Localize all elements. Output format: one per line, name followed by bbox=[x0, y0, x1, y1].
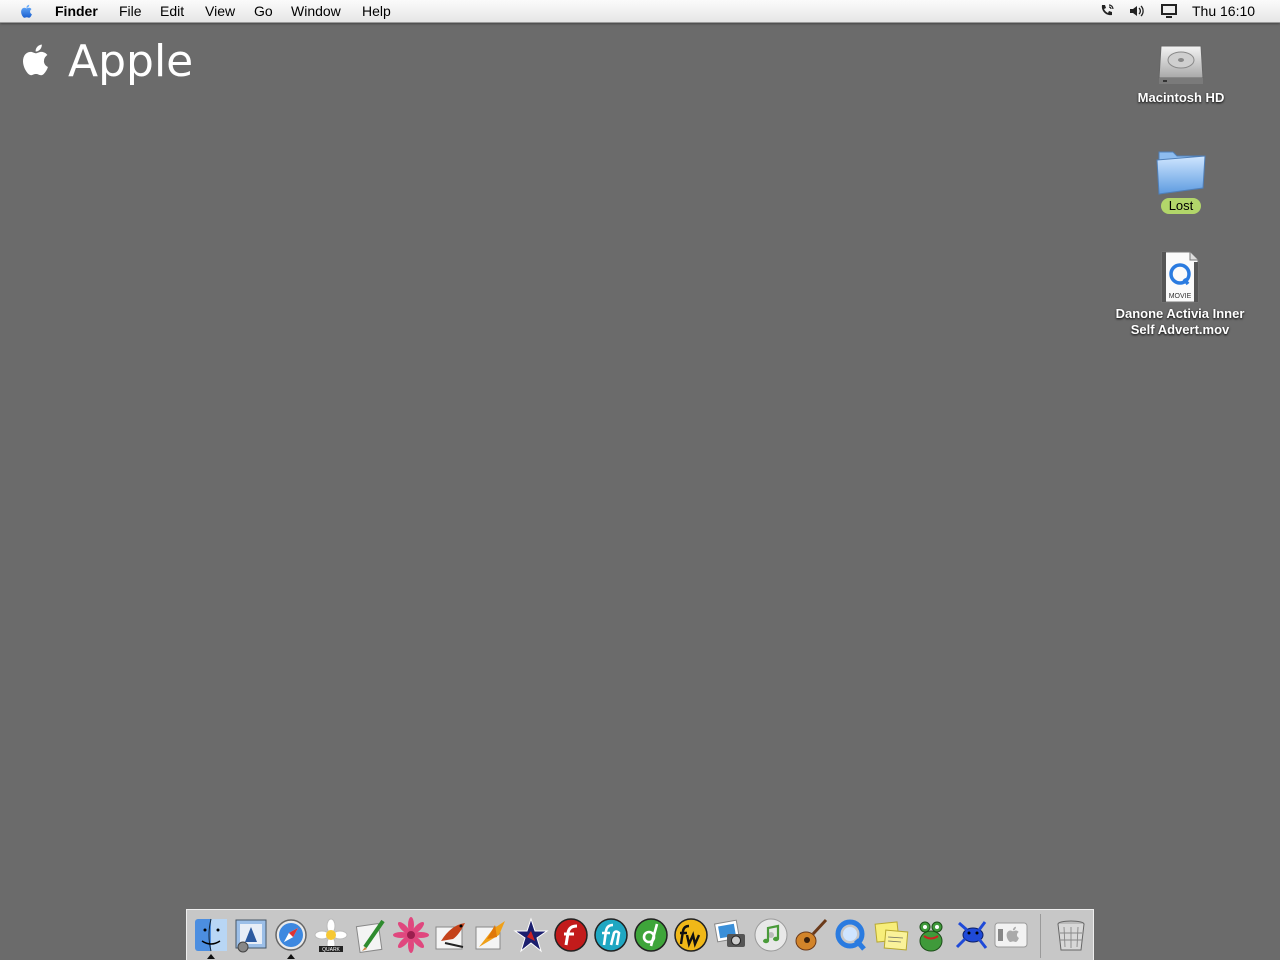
menu-go[interactable]: Go bbox=[254, 3, 273, 19]
painter-icon bbox=[355, 919, 385, 953]
dock-star[interactable] bbox=[513, 917, 549, 953]
menu-file[interactable]: File bbox=[119, 3, 142, 19]
dock-mail[interactable] bbox=[233, 917, 269, 953]
apple-wordmark: Apple bbox=[68, 36, 194, 87]
dock-garageband[interactable] bbox=[793, 917, 829, 953]
trash-icon bbox=[1057, 920, 1085, 951]
dock-finder[interactable] bbox=[193, 917, 229, 953]
stickies-icon bbox=[874, 921, 909, 951]
display-icon[interactable] bbox=[1159, 2, 1179, 23]
dock-apple-id[interactable] bbox=[993, 917, 1029, 953]
fireworks-icon bbox=[674, 918, 708, 952]
itunes-icon bbox=[754, 918, 788, 952]
dock: QUARK bbox=[186, 909, 1094, 960]
dart-frog-icon bbox=[955, 921, 988, 949]
menu-clock[interactable]: Thu 16:10 bbox=[1192, 3, 1255, 19]
menu-app-finder[interactable]: Finder bbox=[55, 3, 98, 19]
finder-icon bbox=[195, 918, 227, 952]
dock-frog[interactable] bbox=[913, 917, 949, 953]
mail-icon bbox=[235, 919, 267, 953]
star-icon bbox=[513, 917, 549, 953]
dock-origami[interactable] bbox=[473, 917, 509, 953]
menu-window[interactable]: Window bbox=[291, 3, 341, 19]
flash-icon bbox=[554, 918, 588, 952]
apple-logo-icon bbox=[23, 44, 48, 76]
dock-divider bbox=[1040, 914, 1041, 958]
apple-id-icon bbox=[994, 922, 1028, 948]
running-indicator bbox=[207, 954, 215, 959]
dreamweaver-icon bbox=[634, 918, 668, 952]
dock-fireworks[interactable] bbox=[673, 917, 709, 953]
dock-freehand[interactable] bbox=[593, 917, 629, 953]
menu-bar: Finder File Edit View Go Window Help Thu… bbox=[0, 0, 1280, 23]
dock-stickies[interactable] bbox=[873, 917, 909, 953]
dock-dart-frog[interactable] bbox=[953, 917, 989, 953]
quicktime-movie-icon: MOVIE bbox=[1161, 251, 1199, 303]
dock-quicktime[interactable] bbox=[833, 917, 869, 953]
desktop-icon-movie-file[interactable]: MOVIE Danone Activia Inner Self Advert.m… bbox=[1100, 250, 1260, 339]
desktop-icon-macintosh-hd[interactable]: Macintosh HD bbox=[1101, 34, 1261, 107]
flower-icon bbox=[393, 917, 429, 953]
dock-bird[interactable] bbox=[433, 917, 469, 953]
dock-dreamweaver[interactable] bbox=[633, 917, 669, 953]
menu-help[interactable]: Help bbox=[362, 3, 391, 19]
dock-safari[interactable] bbox=[273, 917, 309, 953]
iphoto-icon bbox=[714, 919, 745, 947]
desktop-icon-label: Macintosh HD bbox=[1137, 90, 1225, 105]
dock-iphoto[interactable] bbox=[713, 917, 749, 953]
hard-drive-icon bbox=[1158, 45, 1204, 84]
running-indicator bbox=[287, 954, 295, 959]
dock-trash[interactable] bbox=[1053, 917, 1089, 953]
safari-icon bbox=[275, 919, 307, 951]
folder-icon bbox=[1156, 151, 1206, 195]
origami-bird-icon bbox=[475, 921, 505, 950]
movie-badge: MOVIE bbox=[1169, 293, 1192, 300]
desktop-icon-lost-folder[interactable]: Lost bbox=[1101, 142, 1261, 215]
desktop-icon-label-selected: Lost bbox=[1160, 198, 1202, 214]
phone-status-icon[interactable] bbox=[1098, 2, 1116, 23]
quark-icon: QUARK bbox=[314, 918, 348, 953]
freehand-icon bbox=[594, 918, 628, 952]
menu-view[interactable]: View bbox=[205, 3, 235, 19]
bird-icon bbox=[435, 923, 465, 950]
dock-painter[interactable] bbox=[353, 917, 389, 953]
garageband-icon bbox=[795, 918, 828, 951]
frog-icon bbox=[919, 921, 943, 952]
menu-edit[interactable]: Edit bbox=[160, 3, 184, 19]
dock-flower[interactable] bbox=[393, 917, 429, 953]
dock-quark[interactable]: QUARK bbox=[313, 917, 349, 953]
quark-badge: QUARK bbox=[322, 947, 340, 953]
desktop-icon-label: Danone Activia Inner Self Advert.mov bbox=[1115, 306, 1245, 337]
quicktime-icon bbox=[835, 919, 866, 951]
dock-flash[interactable] bbox=[553, 917, 589, 953]
apple-menu-icon[interactable] bbox=[18, 2, 36, 20]
volume-icon[interactable] bbox=[1128, 2, 1146, 23]
dock-itunes[interactable] bbox=[753, 917, 789, 953]
